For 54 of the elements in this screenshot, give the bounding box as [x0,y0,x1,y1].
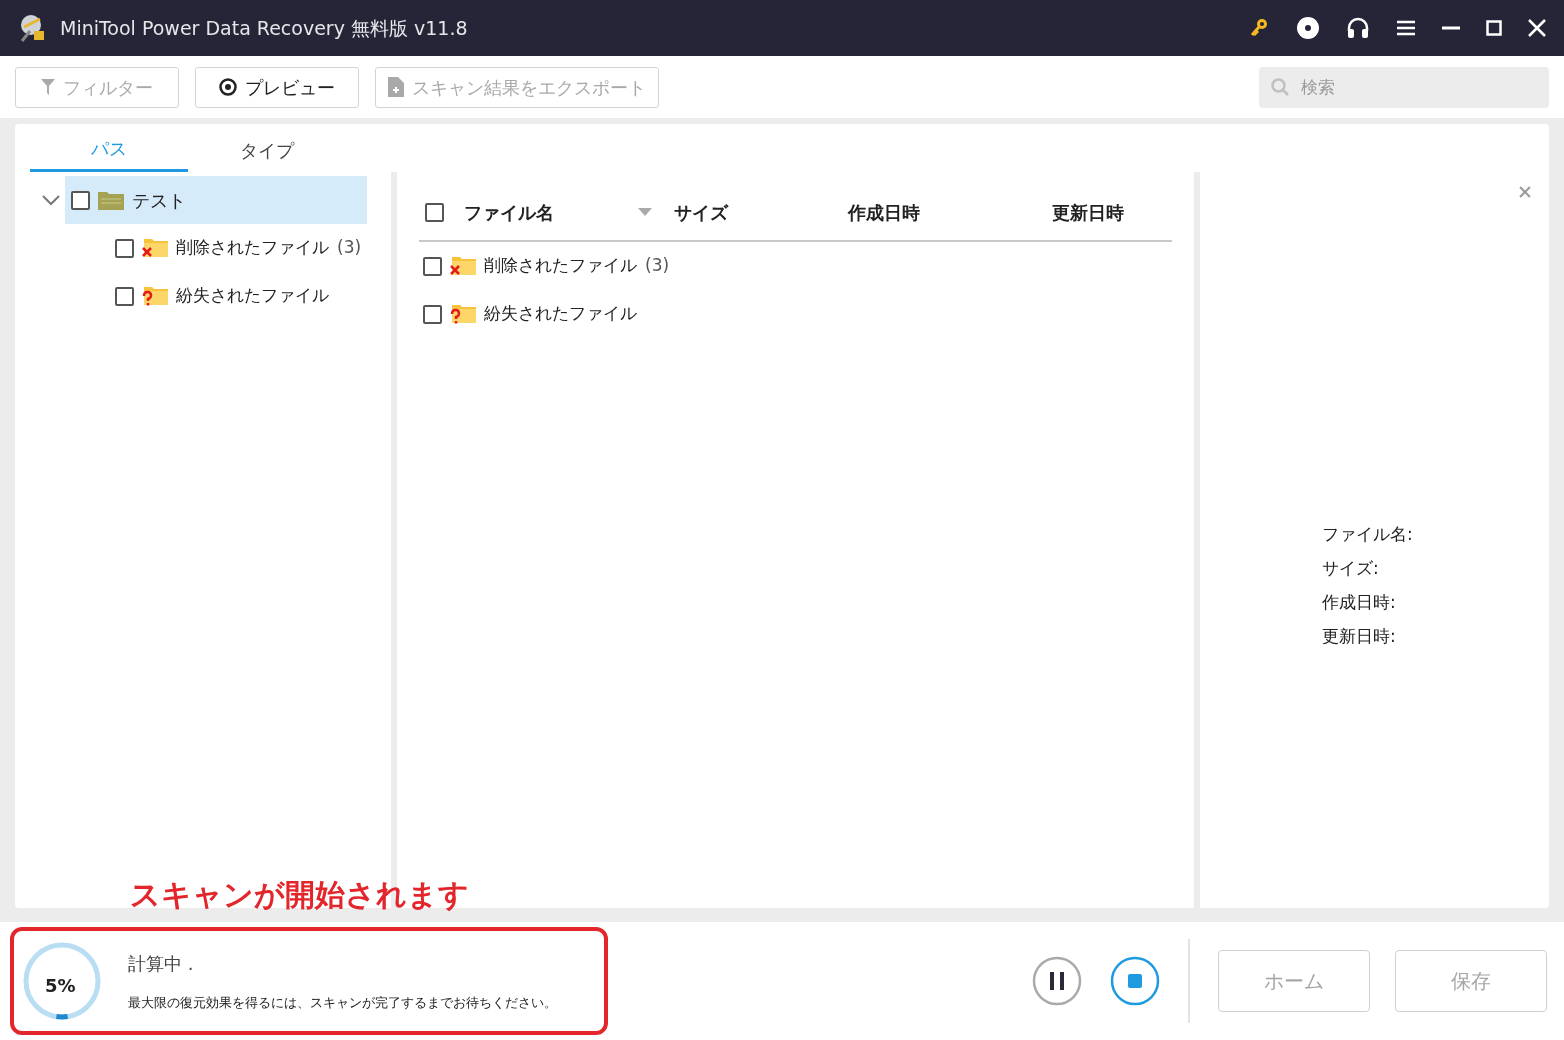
tree-label: 削除されたファイル [176,236,329,260]
file-name: 削除されたファイル [484,254,637,278]
pause-button[interactable] [1032,956,1082,1006]
checkbox[interactable] [425,202,444,222]
tree-label: テスト [132,188,186,213]
column-header[interactable]: ファイル名 [464,198,652,226]
tree-item[interactable]: 削除されたファイル (3) [115,224,385,272]
app-logo-icon [18,13,46,43]
annotation-text: スキャンが開始されます [130,876,469,914]
detail-label: 更新日時: [1322,625,1396,648]
checkbox[interactable] [423,256,442,276]
disc-icon[interactable] [1296,16,1320,40]
headset-icon[interactable] [1346,16,1370,40]
file-count: (3) [645,254,670,278]
filter-icon [41,79,55,95]
deleted-folder-icon [142,237,168,259]
folder-icon [98,190,124,210]
stop-button[interactable] [1110,956,1160,1006]
tree-item[interactable]: 紛失されたファイル [115,272,385,320]
tree-label: 紛失されたファイル [176,284,329,308]
checkbox[interactable] [115,238,134,258]
tab[interactable]: タイプ [188,128,346,172]
maximize-icon[interactable] [1486,20,1502,36]
column-header[interactable]: 作成日時 [848,198,920,226]
checkbox[interactable] [423,304,442,324]
menu-icon[interactable] [1396,19,1416,37]
key-icon[interactable] [1248,17,1270,39]
toolbar-button[interactable]: プレビュー [195,66,359,108]
checkbox[interactable] [115,286,134,306]
file-count: (3) [337,236,362,260]
status-title: 計算中 . [128,951,195,976]
lost-folder-icon [450,303,476,325]
checkbox[interactable] [71,190,90,210]
window-title: MiniTool Power Data Recovery 無料版 v11.8 [60,15,468,41]
search-field[interactable]: 検索 [1259,66,1549,108]
column-header[interactable]: 更新日時 [1052,198,1124,226]
document-icon [388,77,404,97]
file-row[interactable]: 紛失されたファイル [419,290,1172,338]
detail-label: サイズ: [1322,557,1379,580]
deleted-folder-icon [450,255,476,277]
minimize-icon[interactable] [1442,26,1460,30]
sort-caret-icon [638,208,652,216]
tree-item[interactable]: テスト [65,176,367,224]
search-icon [1271,77,1289,96]
column-header[interactable]: サイズ [674,198,728,226]
progress-percent: 5% [45,974,76,998]
status-message: 最大限の復元効果を得るには、スキャンが完了するまでお待ちください。 [128,993,557,1012]
file-row[interactable]: 削除されたファイル (3) [419,242,1172,290]
detail-label: ファイル名: [1322,523,1413,546]
file-name: 紛失されたファイル [484,302,637,326]
lost-folder-icon [142,285,168,307]
eye-icon [219,78,237,96]
detail-label: 作成日時: [1322,591,1396,614]
chevron-icon[interactable] [41,193,61,207]
